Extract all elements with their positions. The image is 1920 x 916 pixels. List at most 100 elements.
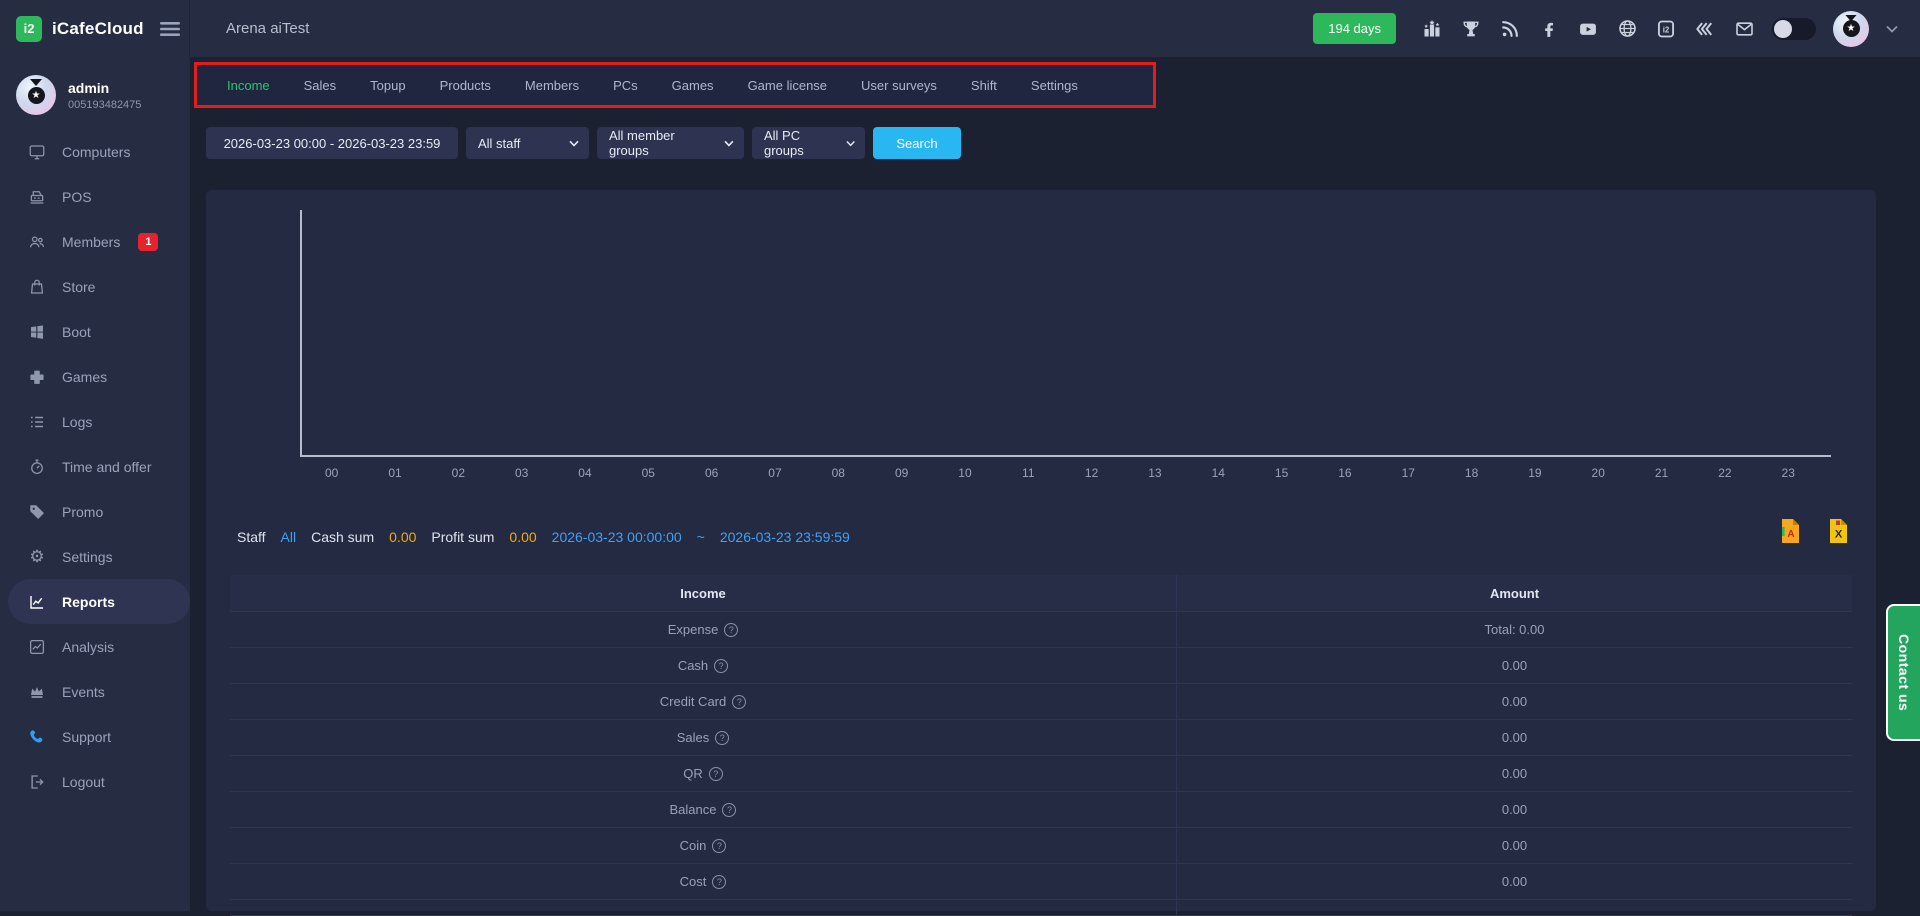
days-remaining-badge[interactable]: 194 days — [1313, 13, 1396, 44]
icafecloud-logo-icon: i2 — [16, 16, 42, 42]
tab-sales[interactable]: Sales — [304, 78, 337, 93]
pc-groups-select[interactable]: All PC groups — [752, 127, 865, 159]
windows-icon — [28, 323, 46, 341]
help-icon[interactable]: ? — [715, 731, 729, 745]
sidebar-item-logout[interactable]: Logout — [0, 759, 190, 804]
tab-income[interactable]: Income — [227, 78, 270, 93]
sidebar-item-games[interactable]: Games — [0, 354, 190, 399]
user-name: admin — [68, 80, 141, 96]
x-axis-label: 01 — [363, 466, 426, 480]
theme-toggle[interactable] — [1772, 18, 1816, 40]
tab-members[interactable]: Members — [525, 78, 579, 93]
row-amount: 0.00 — [1177, 756, 1852, 791]
sidebar-item-logs[interactable]: Logs — [0, 399, 190, 444]
sidebar-item-analysis[interactable]: Analysis — [0, 624, 190, 669]
tab-shift[interactable]: Shift — [971, 78, 997, 93]
sidebar-item-label: Games — [62, 369, 107, 385]
analysis-chart-icon — [28, 638, 46, 656]
help-icon[interactable]: ? — [712, 839, 726, 853]
list-icon — [28, 413, 46, 431]
chevron-down-icon — [724, 140, 734, 147]
tab-games[interactable]: Games — [672, 78, 714, 93]
user-avatar[interactable]: ★ — [1833, 11, 1869, 47]
sidebar-item-label: Settings — [62, 549, 113, 565]
tab-game-license[interactable]: Game license — [748, 78, 827, 93]
sidebar-item-label: Support — [62, 729, 111, 745]
cash-sum-label: Cash sum — [311, 529, 374, 545]
sidebar-item-events[interactable]: Events — [0, 669, 190, 714]
logo[interactable]: i2 iCafeCloud — [0, 0, 190, 57]
pdf-export-icon[interactable]: A — [1778, 518, 1802, 544]
stopwatch-icon — [28, 458, 46, 476]
sidebar-item-store[interactable]: Store — [0, 264, 190, 309]
user-id: 005193482475 — [68, 99, 141, 111]
x-axis-label: 22 — [1693, 466, 1756, 480]
help-icon[interactable]: ? — [724, 623, 738, 637]
sidebar-item-members[interactable]: Members 1 — [0, 219, 190, 264]
help-icon[interactable]: ? — [732, 695, 746, 709]
sidebar-item-pos[interactable]: POS — [0, 174, 190, 219]
row-amount: 0.00 — [1177, 792, 1852, 827]
sidebar-item-boot[interactable]: Boot — [0, 309, 190, 354]
staff-select[interactable]: All staff — [466, 127, 589, 159]
layers-icon[interactable] — [1694, 18, 1716, 40]
crown-icon — [28, 683, 46, 701]
globe-icon[interactable] — [1616, 18, 1638, 40]
facebook-icon[interactable] — [1538, 18, 1560, 40]
member-groups-select[interactable]: All member groups — [597, 127, 744, 159]
sidebar-item-time-and-offer[interactable]: Time and offer — [0, 444, 190, 489]
icafe-doc-icon[interactable]: i2 — [1655, 18, 1677, 40]
date-separator: ~ — [697, 529, 705, 545]
tab-topup[interactable]: Topup — [370, 78, 405, 93]
hamburger-menu-icon[interactable] — [160, 21, 180, 37]
sidebar-item-computers[interactable]: Computers — [0, 129, 190, 174]
column-header-amount: Amount — [1177, 575, 1852, 611]
help-icon[interactable]: ? — [714, 659, 728, 673]
x-axis-label: 04 — [553, 466, 616, 480]
tab-settings[interactable]: Settings — [1031, 78, 1078, 93]
x-axis-label: 19 — [1503, 466, 1566, 480]
sidebar-item-support[interactable]: Support — [0, 714, 190, 759]
sidebar-item-promo[interactable]: Promo — [0, 489, 190, 534]
date-range-input[interactable] — [206, 127, 458, 159]
medal-icon: ★ — [1843, 20, 1860, 37]
x-axis-label: 05 — [617, 466, 680, 480]
column-header-income: Income — [230, 575, 1177, 611]
pc-groups-value: All PC groups — [764, 128, 838, 158]
search-button[interactable]: Search — [873, 127, 961, 159]
table-row-partial — [230, 899, 1852, 915]
pos-terminal-icon — [28, 188, 46, 206]
mail-icon[interactable] — [1733, 18, 1755, 40]
svg-text:X: X — [1835, 529, 1843, 541]
sidebar-item-reports[interactable]: Reports — [8, 579, 190, 624]
row-amount: Total: 0.00 — [1177, 612, 1852, 647]
table-row-qr: QR? 0.00 — [230, 755, 1852, 791]
members-count-badge: 1 — [138, 233, 158, 251]
chart-y-axis — [300, 210, 302, 457]
tab-pcs[interactable]: PCs — [613, 78, 638, 93]
contact-us-tab[interactable]: Contact us — [1886, 604, 1920, 741]
sidebar-item-settings[interactable]: ⚙ Settings — [0, 534, 190, 579]
help-icon[interactable]: ? — [722, 803, 736, 817]
topbar: i2 iCafeCloud Arena aiTest 194 days i2 — [0, 0, 1920, 57]
help-icon[interactable]: ? — [712, 875, 726, 889]
chevron-down-icon — [846, 140, 855, 147]
trophy-icon[interactable] — [1460, 18, 1482, 40]
sidebar-item-label: Store — [62, 279, 95, 295]
ranking-icon[interactable] — [1421, 18, 1443, 40]
x-axis-label: 16 — [1313, 466, 1376, 480]
chevron-down-icon[interactable] — [1886, 25, 1898, 33]
excel-export-icon[interactable]: X — [1826, 518, 1850, 544]
sidebar-user[interactable]: ★ admin 005193482475 — [0, 57, 190, 129]
youtube-icon[interactable] — [1577, 18, 1599, 40]
help-icon[interactable]: ? — [709, 767, 723, 781]
tab-products[interactable]: Products — [440, 78, 491, 93]
export-buttons: A X — [1778, 518, 1850, 544]
rss-icon[interactable] — [1499, 18, 1521, 40]
tab-user-surveys[interactable]: User surveys — [861, 78, 937, 93]
line-chart-icon — [28, 593, 46, 611]
staff-value-link[interactable]: All — [281, 529, 297, 545]
sidebar-item-label: Time and offer — [62, 459, 152, 475]
x-axis-label: 13 — [1123, 466, 1186, 480]
date-to-value: 2026-03-23 23:59:59 — [720, 529, 850, 545]
